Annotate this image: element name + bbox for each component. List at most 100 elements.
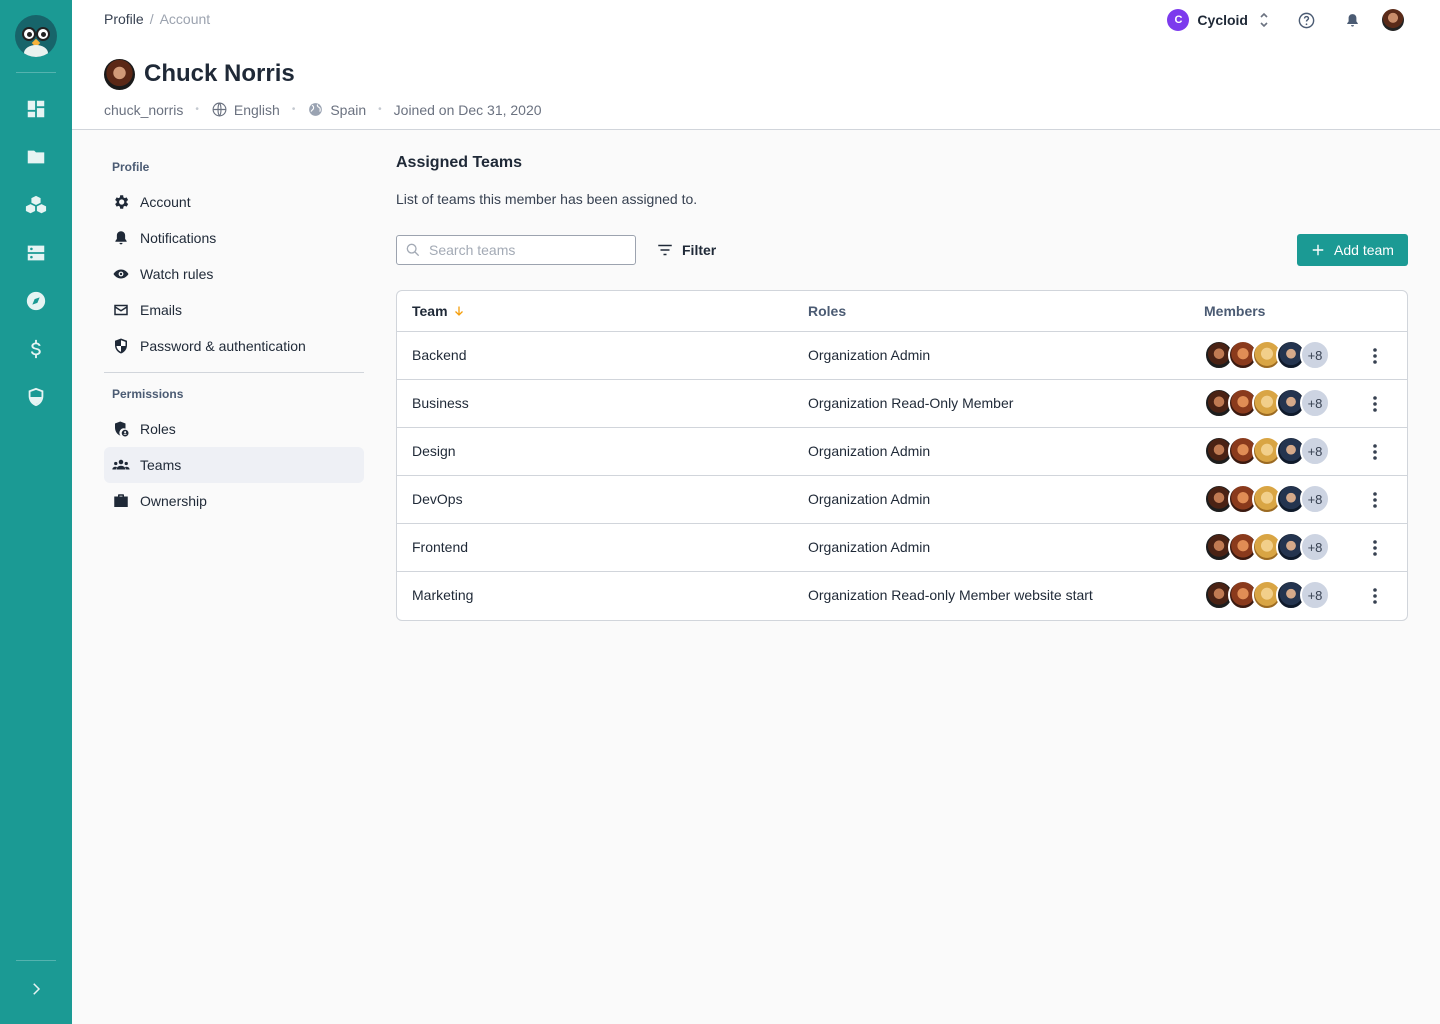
table-row[interactable]: Marketing Organization Read-only Member …	[397, 572, 1407, 620]
team-role: Organization Admin	[808, 443, 931, 459]
mail-icon	[114, 304, 128, 316]
org-switcher[interactable]: Cycloid	[1197, 12, 1248, 28]
people-icon	[112, 459, 130, 470]
table-row[interactable]: Backend Organization Admin +8	[397, 332, 1407, 380]
cubes-icon[interactable]	[24, 193, 48, 217]
user-name: Chuck Norris	[144, 60, 295, 87]
more-vertical-icon[interactable]	[1365, 346, 1385, 366]
team-name: Backend	[412, 347, 467, 363]
search-input[interactable]	[429, 242, 629, 258]
nav-section-permissions: Permissions	[112, 387, 184, 401]
nav-item-ownership[interactable]: Ownership	[104, 483, 364, 519]
more-members-badge: +8	[1300, 532, 1330, 562]
nav-item-password-auth[interactable]: Password & authentication	[104, 328, 364, 364]
team-name: DevOps	[412, 491, 463, 507]
more-members-badge: +8	[1300, 436, 1330, 466]
bell-icon[interactable]	[1342, 10, 1362, 30]
dollar-icon[interactable]	[24, 337, 48, 361]
member-avatars: +8	[1204, 340, 1330, 370]
top-actions: C Cycloid	[1167, 8, 1404, 32]
help-icon[interactable]	[1296, 10, 1316, 30]
rail-bottom-divider	[16, 960, 56, 961]
user-language: English	[233, 101, 280, 118]
more-members-badge: +8	[1300, 388, 1330, 418]
more-vertical-icon[interactable]	[1365, 490, 1385, 510]
member-avatars: +8	[1204, 532, 1330, 562]
nav-item-account[interactable]: Account	[104, 184, 364, 220]
earth-icon	[309, 103, 323, 116]
add-team-button[interactable]: Add team	[1297, 234, 1408, 266]
filter-button[interactable]: Filter	[656, 240, 716, 260]
chevron-up-down-icon[interactable]	[1258, 11, 1270, 29]
user-meta: chuck_norris • English • Spain • Joined …	[104, 101, 542, 118]
nav-item-emails[interactable]: Emails	[104, 292, 364, 328]
table-row[interactable]: Design Organization Admin +8	[397, 428, 1407, 476]
breadcrumb-separator: /	[149, 11, 154, 27]
breadcrumb: Profile / Account	[104, 11, 210, 27]
nav-item-roles[interactable]: Roles	[104, 411, 364, 447]
breadcrumb-profile[interactable]: Profile	[104, 11, 144, 27]
nav-item-teams[interactable]: Teams	[104, 447, 364, 483]
team-role: Organization Admin	[808, 539, 931, 555]
table-row[interactable]: Frontend Organization Admin +8	[397, 524, 1407, 572]
chevron-right-icon[interactable]	[26, 979, 46, 999]
nav-item-notifications[interactable]: Notifications	[104, 220, 364, 256]
breadcrumb-current: Account	[159, 11, 211, 27]
compass-icon[interactable]	[24, 289, 48, 313]
team-role: Organization Admin	[808, 347, 931, 363]
more-vertical-icon[interactable]	[1365, 394, 1385, 414]
search-box[interactable]	[396, 235, 636, 265]
profile-header: Chuck Norris chuck_norris • English • Sp…	[72, 40, 1440, 130]
shield-lock-icon	[115, 338, 127, 354]
nav-section-profile: Profile	[112, 160, 150, 174]
more-members-badge: +8	[1300, 580, 1330, 610]
dashboard-icon[interactable]	[24, 97, 48, 121]
user-country: Spain	[330, 101, 367, 118]
table-row[interactable]: DevOps Organization Admin +8	[397, 476, 1407, 524]
org-badge[interactable]: C	[1167, 9, 1190, 31]
member-avatars: +8	[1204, 580, 1330, 610]
team-role: Organization Admin	[808, 491, 931, 507]
user-menu-avatar[interactable]	[1382, 9, 1404, 31]
plus-icon	[1312, 244, 1324, 256]
eye-icon	[113, 269, 129, 279]
app-sidebar	[0, 0, 72, 1024]
add-team-label: Add team	[1334, 242, 1394, 258]
bell-icon	[115, 231, 127, 245]
team-role: Organization Read-Only Member	[808, 395, 1014, 411]
sort-down-icon	[454, 306, 463, 316]
more-members-badge: +8	[1300, 340, 1330, 370]
team-name: Frontend	[412, 539, 469, 555]
folder-icon[interactable]	[24, 145, 48, 169]
nav-item-watch-rules[interactable]: Watch rules	[104, 256, 364, 292]
member-avatars: +8	[1204, 484, 1330, 514]
header-team[interactable]: Team	[412, 303, 465, 319]
user-joined: Joined on Dec 31, 2020	[393, 101, 542, 118]
table-row[interactable]: Business Organization Read-Only Member +…	[397, 380, 1407, 428]
username: chuck_norris	[104, 101, 184, 118]
search-icon	[406, 243, 420, 257]
member-avatars: +8	[1204, 436, 1330, 466]
owl-logo-icon[interactable]	[15, 15, 57, 57]
shield-icon[interactable]	[24, 385, 48, 409]
team-name: Design	[412, 443, 456, 459]
header-roles: Roles	[808, 303, 847, 319]
globe-icon	[212, 102, 227, 117]
header-members: Members	[1204, 303, 1266, 319]
servers-icon[interactable]	[24, 241, 48, 265]
profile-nav: Profile Account Notifications Watch rule…	[104, 150, 364, 519]
more-vertical-icon[interactable]	[1365, 538, 1385, 558]
section-title: Assigned Teams	[396, 154, 522, 171]
more-vertical-icon[interactable]	[1365, 442, 1385, 462]
filter-label: Filter	[682, 242, 717, 258]
more-vertical-icon[interactable]	[1365, 586, 1385, 606]
member-avatars: +8	[1204, 388, 1330, 418]
section-description: List of teams this member has been assig…	[396, 191, 698, 207]
table-header: Team Roles Members	[397, 291, 1407, 332]
user-avatar	[104, 59, 135, 90]
rail-divider	[16, 72, 56, 73]
nav-divider	[104, 372, 364, 373]
filter-icon	[658, 244, 672, 256]
gear-icon	[115, 195, 129, 209]
roles-icon	[115, 421, 129, 437]
